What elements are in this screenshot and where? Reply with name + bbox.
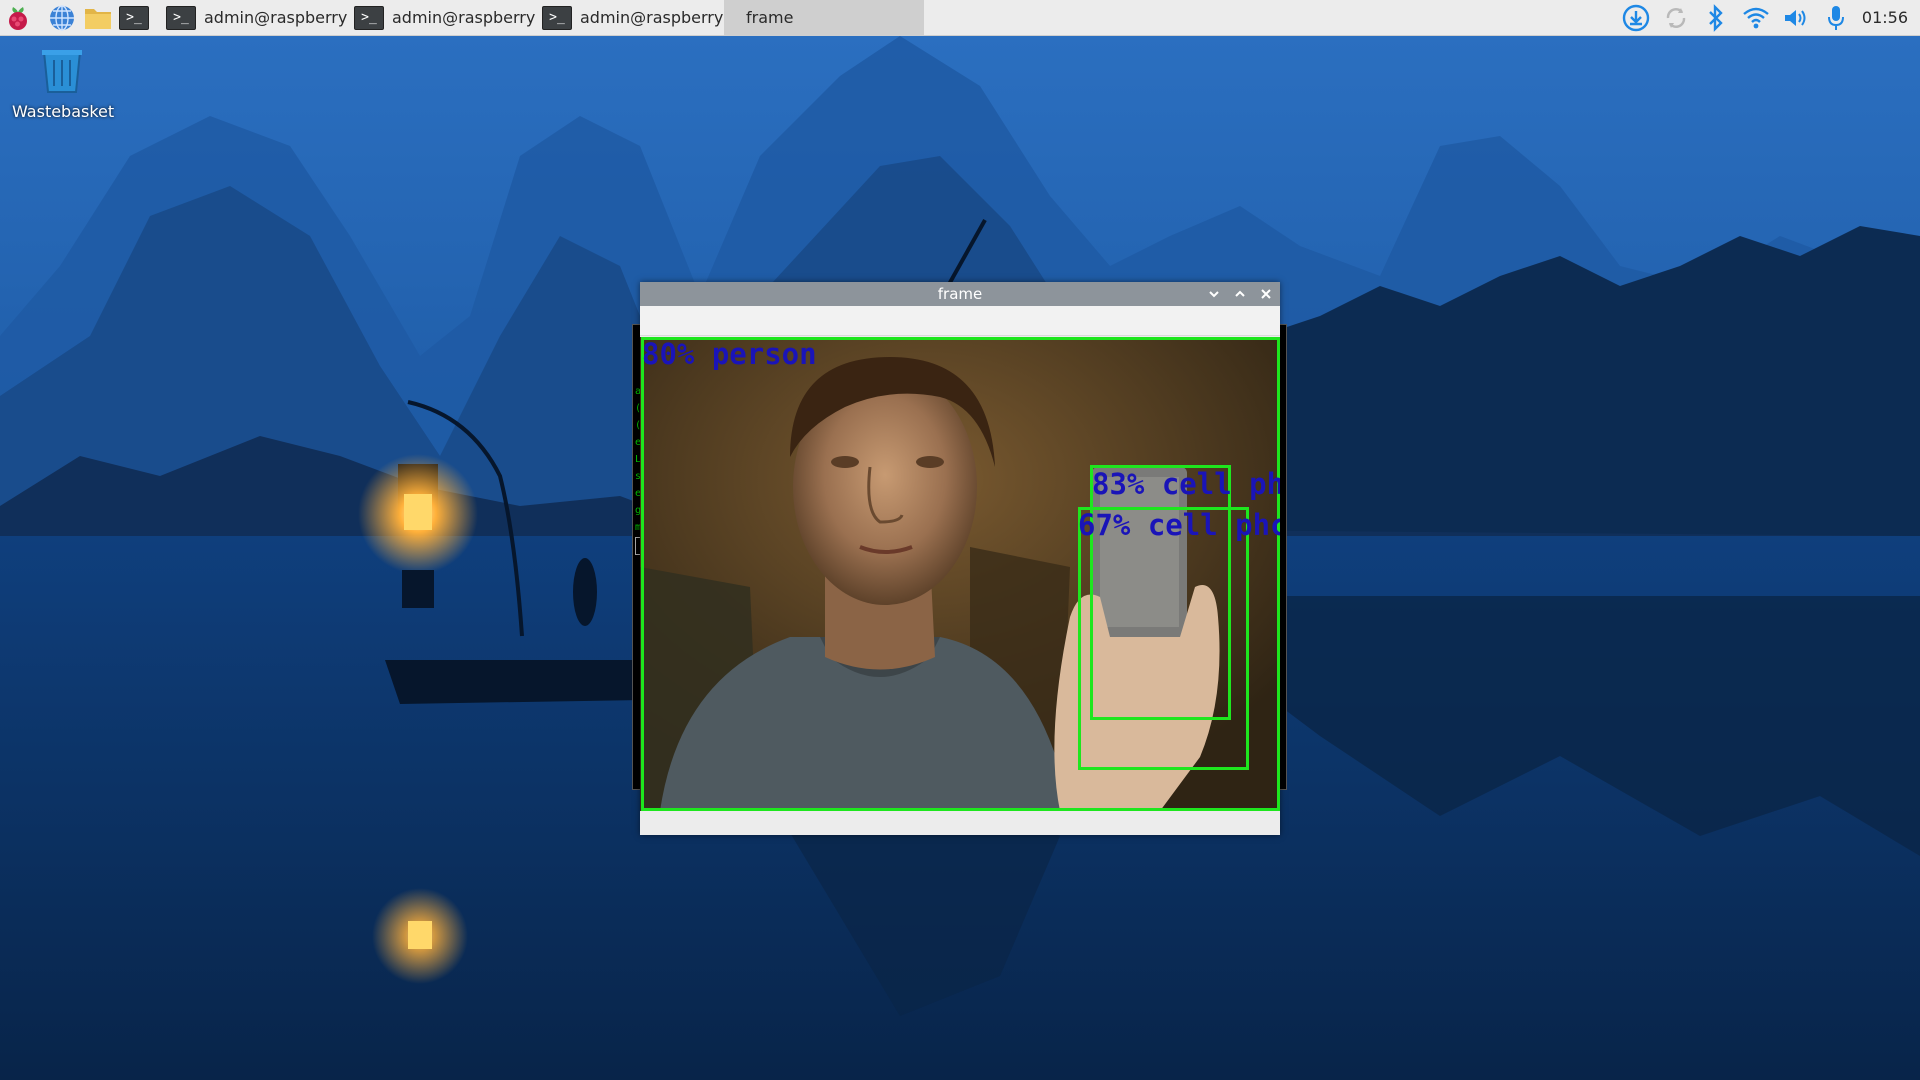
- update-icon[interactable]: [1656, 0, 1696, 36]
- detection-label-cell-phone-2: 67% cell phc: [1078, 508, 1280, 542]
- web-browser-icon[interactable]: [44, 0, 80, 36]
- task-label: admin@raspberrypi: ...: [204, 8, 348, 27]
- trash-icon: [42, 50, 82, 93]
- close-button[interactable]: [1254, 282, 1278, 306]
- terminal-launcher-icon[interactable]: >_: [116, 0, 152, 36]
- detection-label-cell-phone-1: 83% cell ph: [1092, 467, 1280, 501]
- terminal-icon: >_: [354, 5, 384, 30]
- terminal-icon: >_: [542, 5, 572, 30]
- taskbar-task-terminal-3[interactable]: >_ admin@raspberrypi: ...: [536, 0, 724, 36]
- taskbar-task-terminal-1[interactable]: >_ admin@raspberrypi: ...: [160, 0, 348, 36]
- detection-label-person: 80% person: [642, 337, 817, 371]
- bluetooth-icon[interactable]: [1696, 0, 1736, 36]
- taskbar-task-frame[interactable]: frame: [724, 0, 924, 36]
- window-titlebar[interactable]: frame: [640, 282, 1280, 306]
- chevron-down-icon: [1209, 291, 1219, 298]
- task-label: admin@raspberrypi: ...: [580, 8, 724, 27]
- desktop-icon-wastebasket[interactable]: Wastebasket: [12, 48, 115, 121]
- system-tray: 01:56: [1616, 0, 1920, 36]
- window-toolbar: [640, 306, 1280, 336]
- microphone-icon[interactable]: [1816, 0, 1856, 36]
- file-manager-icon[interactable]: [80, 0, 116, 36]
- maximize-button[interactable]: [1228, 282, 1252, 306]
- taskbar: >_ >_ admin@raspberrypi: ... >_ admin@ra…: [0, 0, 1920, 36]
- desktop-icon-label: Wastebasket: [12, 102, 115, 121]
- wifi-icon[interactable]: [1736, 0, 1776, 36]
- frame-window[interactable]: frame 80% person 83% cell ph 67% cell ph…: [640, 282, 1280, 835]
- detection-box-cell-phone-2: [1078, 507, 1249, 770]
- raspberry-menu-icon[interactable]: [0, 0, 36, 36]
- window-title: frame: [937, 285, 983, 303]
- window-statusbar: [640, 811, 1280, 835]
- camera-frame-image: 80% person 83% cell ph 67% cell phc: [640, 337, 1280, 811]
- close-icon: [1261, 289, 1271, 299]
- task-label: admin@raspberrypi: ...: [392, 8, 536, 27]
- chevron-up-icon: [1235, 290, 1245, 297]
- terminal-icon: >_: [166, 5, 196, 30]
- download-icon[interactable]: [1616, 0, 1656, 36]
- minimize-button[interactable]: [1202, 282, 1226, 306]
- volume-icon[interactable]: [1776, 0, 1816, 36]
- task-label: frame: [746, 8, 794, 27]
- taskbar-task-terminal-2[interactable]: >_ admin@raspberrypi: ...: [348, 0, 536, 36]
- clock[interactable]: 01:56: [1856, 8, 1920, 27]
